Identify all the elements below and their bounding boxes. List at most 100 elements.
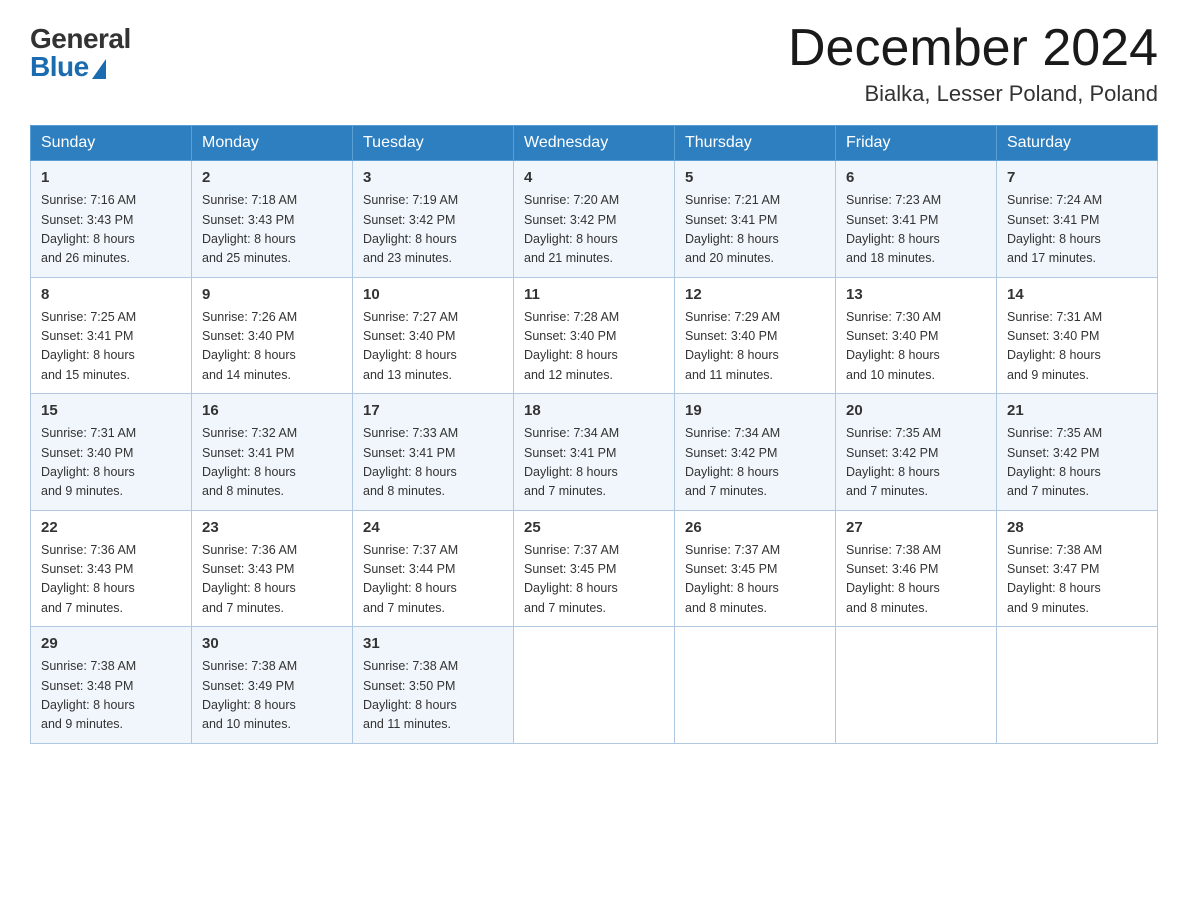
table-row: 13Sunrise: 7:30 AMSunset: 3:40 PMDayligh… bbox=[836, 277, 997, 394]
table-row: 20 Sunrise: 7:35 AMSunset: 3:42 PMDayligh… bbox=[836, 394, 997, 511]
day-info: Sunrise: 7:38 AMSunset: 3:49 PMDaylight:… bbox=[202, 657, 342, 735]
col-monday: Monday bbox=[192, 126, 353, 161]
day-number: 6 bbox=[846, 169, 986, 186]
day-number: 23 bbox=[202, 519, 342, 536]
day-number: 29 bbox=[41, 635, 181, 652]
table-row: 19 Sunrise: 7:34 AMSunset: 3:42 PMDayligh… bbox=[675, 394, 836, 511]
table-row: 23 Sunrise: 7:36 AMSunset: 3:43 PMDayligh… bbox=[192, 510, 353, 627]
day-info: Sunrise: 7:37 AMSunset: 3:45 PMDaylight:… bbox=[685, 541, 825, 619]
day-info: Sunrise: 7:38 AMSunset: 3:48 PMDaylight:… bbox=[41, 657, 181, 735]
table-row: 17Sunrise: 7:33 AMSunset: 3:41 PMDayligh… bbox=[353, 394, 514, 511]
calendar-week-row: 15 Sunrise: 7:31 AMSunset: 3:40 PMDayligh… bbox=[31, 394, 1158, 511]
day-info: Sunrise: 7:36 AMSunset: 3:43 PMDaylight:… bbox=[202, 541, 342, 619]
table-row: 1 Sunrise: 7:16 AMSunset: 3:43 PMDaylight… bbox=[31, 161, 192, 278]
day-info: Sunrise: 7:25 AMSunset: 3:41 PMDaylight:… bbox=[41, 308, 181, 386]
day-number: 15 bbox=[41, 402, 181, 419]
day-number: 19 bbox=[685, 402, 825, 419]
day-number: 28 bbox=[1007, 519, 1147, 536]
col-friday: Friday bbox=[836, 126, 997, 161]
day-info: Sunrise: 7:27 AMSunset: 3:40 PMDaylight:… bbox=[363, 308, 503, 386]
table-row: 16 Sunrise: 7:32 AMSunset: 3:41 PMDayligh… bbox=[192, 394, 353, 511]
logo-blue-text: Blue bbox=[30, 53, 89, 81]
table-row: 29 Sunrise: 7:38 AMSunset: 3:48 PMDayligh… bbox=[31, 627, 192, 744]
day-number: 8 bbox=[41, 286, 181, 303]
month-title: December 2024 bbox=[788, 20, 1158, 77]
day-number: 25 bbox=[524, 519, 664, 536]
day-number: 26 bbox=[685, 519, 825, 536]
day-number: 22 bbox=[41, 519, 181, 536]
table-row: 5 Sunrise: 7:21 AMSunset: 3:41 PMDaylight… bbox=[675, 161, 836, 278]
day-number: 21 bbox=[1007, 402, 1147, 419]
day-info: Sunrise: 7:32 AMSunset: 3:41 PMDaylight:… bbox=[202, 424, 342, 502]
table-row: 12 Sunrise: 7:29 AMSunset: 3:40 PMDayligh… bbox=[675, 277, 836, 394]
day-number: 9 bbox=[202, 286, 342, 303]
table-row: 9Sunrise: 7:26 AMSunset: 3:40 PMDaylight… bbox=[192, 277, 353, 394]
day-number: 27 bbox=[846, 519, 986, 536]
location-subtitle: Bialka, Lesser Poland, Poland bbox=[788, 81, 1158, 107]
day-info: Sunrise: 7:23 AMSunset: 3:41 PMDaylight:… bbox=[846, 191, 986, 269]
day-number: 16 bbox=[202, 402, 342, 419]
day-info: Sunrise: 7:31 AMSunset: 3:40 PMDaylight:… bbox=[41, 424, 181, 502]
day-number: 12 bbox=[685, 286, 825, 303]
table-row: 22 Sunrise: 7:36 AMSunset: 3:43 PMDayligh… bbox=[31, 510, 192, 627]
col-wednesday: Wednesday bbox=[514, 126, 675, 161]
day-info: Sunrise: 7:21 AMSunset: 3:41 PMDaylight:… bbox=[685, 191, 825, 269]
day-info: Sunrise: 7:35 AMSunset: 3:42 PMDaylight:… bbox=[846, 424, 986, 502]
table-row bbox=[675, 627, 836, 744]
table-row: 26 Sunrise: 7:37 AMSunset: 3:45 PMDayligh… bbox=[675, 510, 836, 627]
day-info: Sunrise: 7:37 AMSunset: 3:44 PMDaylight:… bbox=[363, 541, 503, 619]
day-info: Sunrise: 7:38 AMSunset: 3:47 PMDaylight:… bbox=[1007, 541, 1147, 619]
day-info: Sunrise: 7:34 AMSunset: 3:41 PMDaylight:… bbox=[524, 424, 664, 502]
calendar-week-row: 29 Sunrise: 7:38 AMSunset: 3:48 PMDayligh… bbox=[31, 627, 1158, 744]
day-number: 4 bbox=[524, 169, 664, 186]
table-row: 11Sunrise: 7:28 AMSunset: 3:40 PMDayligh… bbox=[514, 277, 675, 394]
day-number: 5 bbox=[685, 169, 825, 186]
table-row: 28 Sunrise: 7:38 AMSunset: 3:47 PMDayligh… bbox=[997, 510, 1158, 627]
day-number: 30 bbox=[202, 635, 342, 652]
col-saturday: Saturday bbox=[997, 126, 1158, 161]
day-info: Sunrise: 7:38 AMSunset: 3:50 PMDaylight:… bbox=[363, 657, 503, 735]
day-info: Sunrise: 7:19 AMSunset: 3:42 PMDaylight:… bbox=[363, 191, 503, 269]
day-number: 3 bbox=[363, 169, 503, 186]
day-info: Sunrise: 7:16 AMSunset: 3:43 PMDaylight:… bbox=[41, 191, 181, 269]
day-info: Sunrise: 7:34 AMSunset: 3:42 PMDaylight:… bbox=[685, 424, 825, 502]
day-number: 24 bbox=[363, 519, 503, 536]
day-number: 18 bbox=[524, 402, 664, 419]
table-row: 3 Sunrise: 7:19 AMSunset: 3:42 PMDaylight… bbox=[353, 161, 514, 278]
col-tuesday: Tuesday bbox=[353, 126, 514, 161]
table-row: 21 Sunrise: 7:35 AMSunset: 3:42 PMDayligh… bbox=[997, 394, 1158, 511]
day-info: Sunrise: 7:31 AMSunset: 3:40 PMDaylight:… bbox=[1007, 308, 1147, 386]
table-row: 14 Sunrise: 7:31 AMSunset: 3:40 PMDayligh… bbox=[997, 277, 1158, 394]
day-number: 14 bbox=[1007, 286, 1147, 303]
day-number: 7 bbox=[1007, 169, 1147, 186]
day-number: 13 bbox=[846, 286, 986, 303]
day-info: Sunrise: 7:24 AMSunset: 3:41 PMDaylight:… bbox=[1007, 191, 1147, 269]
col-thursday: Thursday bbox=[675, 126, 836, 161]
day-info: Sunrise: 7:29 AMSunset: 3:40 PMDaylight:… bbox=[685, 308, 825, 386]
day-number: 10 bbox=[363, 286, 503, 303]
day-number: 11 bbox=[524, 286, 664, 303]
calendar-week-row: 22 Sunrise: 7:36 AMSunset: 3:43 PMDayligh… bbox=[31, 510, 1158, 627]
page-header: General Blue December 2024 Bialka, Lesse… bbox=[30, 20, 1158, 107]
table-row: 27 Sunrise: 7:38 AMSunset: 3:46 PMDayligh… bbox=[836, 510, 997, 627]
table-row: 8 Sunrise: 7:25 AMSunset: 3:41 PMDaylight… bbox=[31, 277, 192, 394]
table-row: 2 Sunrise: 7:18 AMSunset: 3:43 PMDaylight… bbox=[192, 161, 353, 278]
day-info: Sunrise: 7:35 AMSunset: 3:42 PMDaylight:… bbox=[1007, 424, 1147, 502]
day-info: Sunrise: 7:38 AMSunset: 3:46 PMDaylight:… bbox=[846, 541, 986, 619]
table-row: 31 Sunrise: 7:38 AMSunset: 3:50 PMDayligh… bbox=[353, 627, 514, 744]
table-row: 6 Sunrise: 7:23 AMSunset: 3:41 PMDaylight… bbox=[836, 161, 997, 278]
day-number: 1 bbox=[41, 169, 181, 186]
day-number: 20 bbox=[846, 402, 986, 419]
logo: General Blue bbox=[30, 25, 131, 81]
calendar-week-row: 8 Sunrise: 7:25 AMSunset: 3:41 PMDaylight… bbox=[31, 277, 1158, 394]
day-info: Sunrise: 7:18 AMSunset: 3:43 PMDaylight:… bbox=[202, 191, 342, 269]
day-info: Sunrise: 7:20 AMSunset: 3:42 PMDaylight:… bbox=[524, 191, 664, 269]
table-row bbox=[997, 627, 1158, 744]
table-row bbox=[836, 627, 997, 744]
day-info: Sunrise: 7:36 AMSunset: 3:43 PMDaylight:… bbox=[41, 541, 181, 619]
day-number: 2 bbox=[202, 169, 342, 186]
table-row: 25Sunrise: 7:37 AMSunset: 3:45 PMDayligh… bbox=[514, 510, 675, 627]
logo-general-text: General bbox=[30, 25, 131, 53]
table-row: 30 Sunrise: 7:38 AMSunset: 3:49 PMDayligh… bbox=[192, 627, 353, 744]
day-number: 31 bbox=[363, 635, 503, 652]
